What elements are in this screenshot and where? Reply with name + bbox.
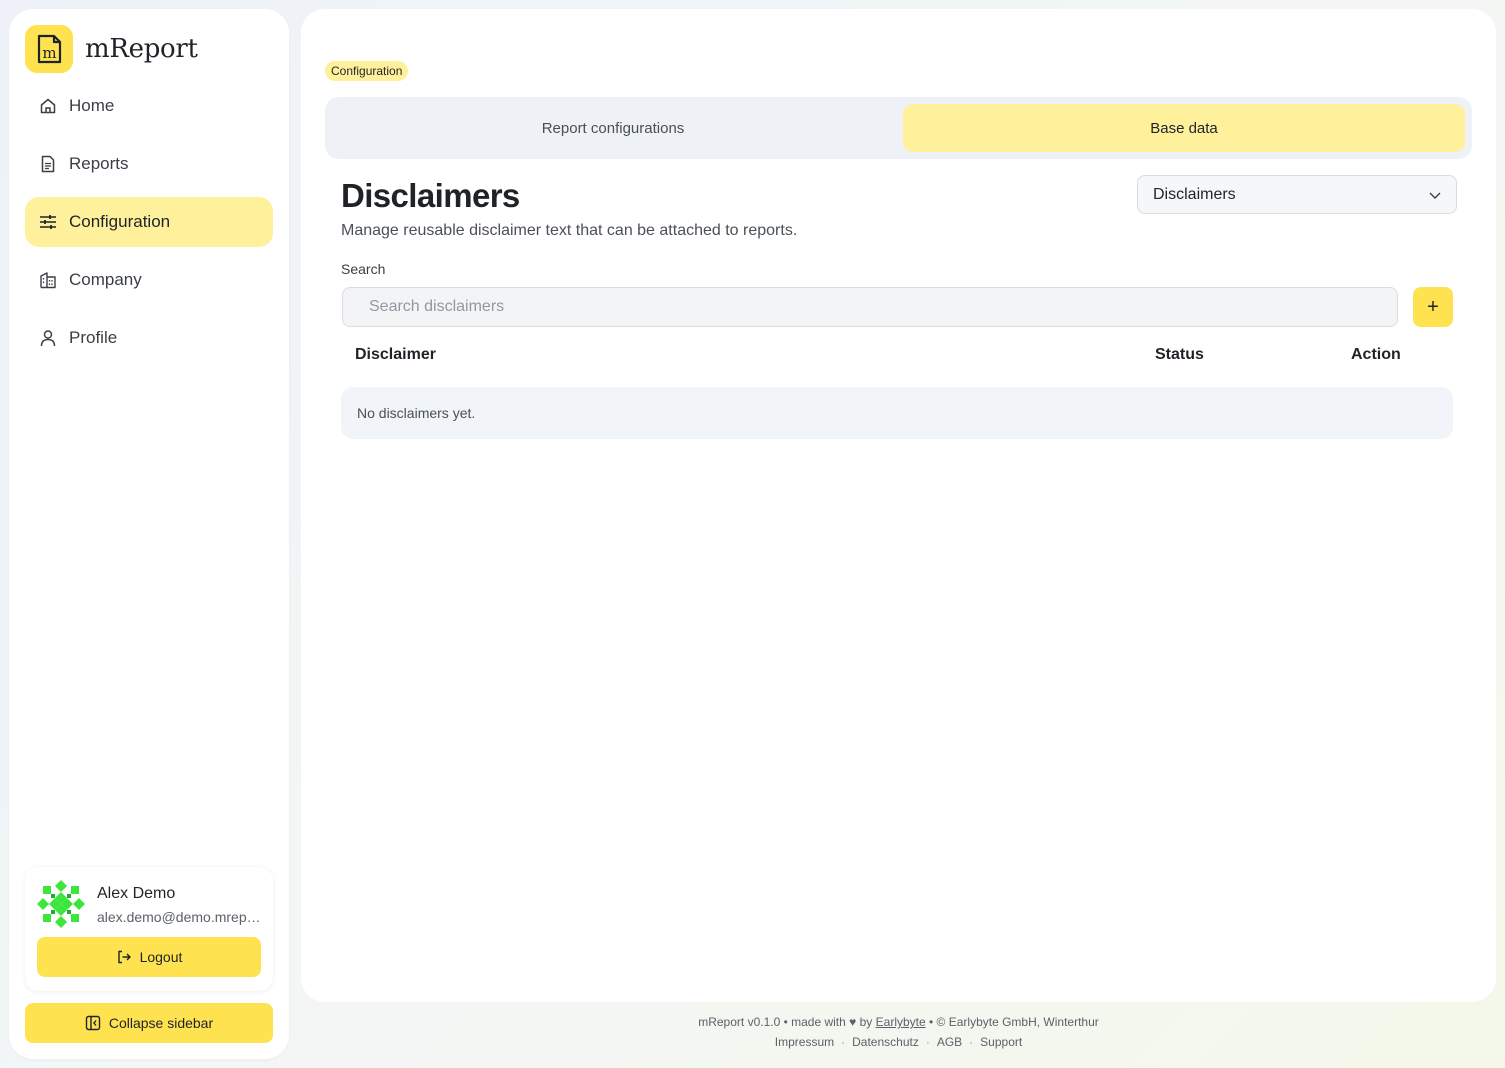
- sidebar: m mReport Home Reports Configuration Com…: [9, 9, 289, 1059]
- footer: mReport v0.1.0 • made with ♥ by Earlybyt…: [301, 1015, 1496, 1049]
- sidebar-item-label: Company: [69, 270, 142, 289]
- footer-version: mReport v0.1.0 • made with ♥ by: [698, 1015, 873, 1029]
- logout-label: Logout: [139, 949, 183, 965]
- table-header-disclaimer: Disclaimer: [355, 346, 436, 363]
- sidebar-item-home[interactable]: Home: [25, 81, 273, 131]
- user-email: alex.demo@demo.mreport.ch: [97, 909, 265, 925]
- empty-state: No disclaimers yet.: [341, 387, 1453, 439]
- footer-links: Impressum · Datenschutz · AGB · Support: [301, 1035, 1496, 1049]
- sidebar-item-label: Configuration: [69, 212, 171, 231]
- select-value: Disclaimers: [1153, 185, 1236, 203]
- footer-separator: ·: [925, 1035, 930, 1049]
- app-name: mReport: [85, 34, 198, 64]
- add-disclaimer-button[interactable]: +: [1413, 287, 1453, 327]
- user-name: Alex Demo: [97, 885, 176, 902]
- sidebar-item-label: Home: [69, 96, 115, 115]
- logout-button[interactable]: Logout: [37, 937, 261, 977]
- footer-link-support[interactable]: Support: [980, 1035, 1022, 1049]
- main-panel: Configuration Report configurations Base…: [301, 9, 1496, 1002]
- table-header-action: Action: [1351, 346, 1401, 363]
- user-icon: [39, 329, 57, 347]
- footer-separator: ·: [969, 1035, 974, 1049]
- sidebar-item-reports[interactable]: Reports: [25, 139, 273, 189]
- sidebar-item-profile[interactable]: Profile: [25, 313, 273, 363]
- sidebar-nav: Home Reports Configuration Company Profi…: [25, 81, 273, 371]
- sidebar-item-label: Profile: [69, 328, 118, 347]
- collapse-sidebar-button[interactable]: Collapse sidebar: [25, 1003, 273, 1043]
- sliders-icon: [39, 213, 57, 231]
- base-data-select[interactable]: Disclaimers: [1137, 175, 1457, 214]
- user-card: Alex Demo alex.demo@demo.mreport.ch Logo…: [25, 867, 273, 991]
- avatar[interactable]: [37, 880, 85, 928]
- table-header-status: Status: [1155, 346, 1204, 363]
- building-icon: [39, 271, 57, 289]
- mreport-logo: m: [25, 25, 73, 73]
- brand[interactable]: m mReport: [25, 25, 198, 73]
- config-tabs: Report configurations Base data: [325, 97, 1472, 159]
- sidebar-item-company[interactable]: Company: [25, 255, 273, 305]
- footer-copyright: • © Earlybyte GmbH, Winterthur: [929, 1015, 1099, 1029]
- svg-text:m: m: [42, 44, 56, 62]
- page-subtitle: Manage reusable disclaimer text that can…: [341, 222, 798, 239]
- footer-separator: ·: [841, 1035, 846, 1049]
- search-label: Search: [341, 261, 386, 277]
- sidebar-item-label: Reports: [69, 154, 129, 173]
- search-input[interactable]: [342, 287, 1398, 327]
- home-icon: [39, 97, 57, 115]
- breadcrumb[interactable]: Configuration: [325, 61, 409, 81]
- tab-report-configurations[interactable]: Report configurations: [332, 104, 894, 152]
- footer-maker-link[interactable]: Earlybyte: [876, 1015, 926, 1029]
- chevron-down-icon: [1428, 188, 1442, 207]
- footer-credits: mReport v0.1.0 • made with ♥ by Earlybyt…: [301, 1015, 1496, 1029]
- logout-icon: [116, 949, 132, 965]
- sidebar-collapse-icon: [85, 1015, 101, 1031]
- collapse-sidebar-label: Collapse sidebar: [108, 1015, 214, 1031]
- empty-state-text: No disclaimers yet.: [357, 405, 476, 421]
- footer-link-datenschutz[interactable]: Datenschutz: [852, 1035, 919, 1049]
- sidebar-item-configuration[interactable]: Configuration: [25, 197, 273, 247]
- report-icon: [39, 155, 57, 173]
- page-title: Disclaimers: [341, 177, 520, 214]
- tab-base-data[interactable]: Base data: [903, 104, 1465, 152]
- footer-link-agb[interactable]: AGB: [937, 1035, 962, 1049]
- footer-link-impressum[interactable]: Impressum: [775, 1035, 834, 1049]
